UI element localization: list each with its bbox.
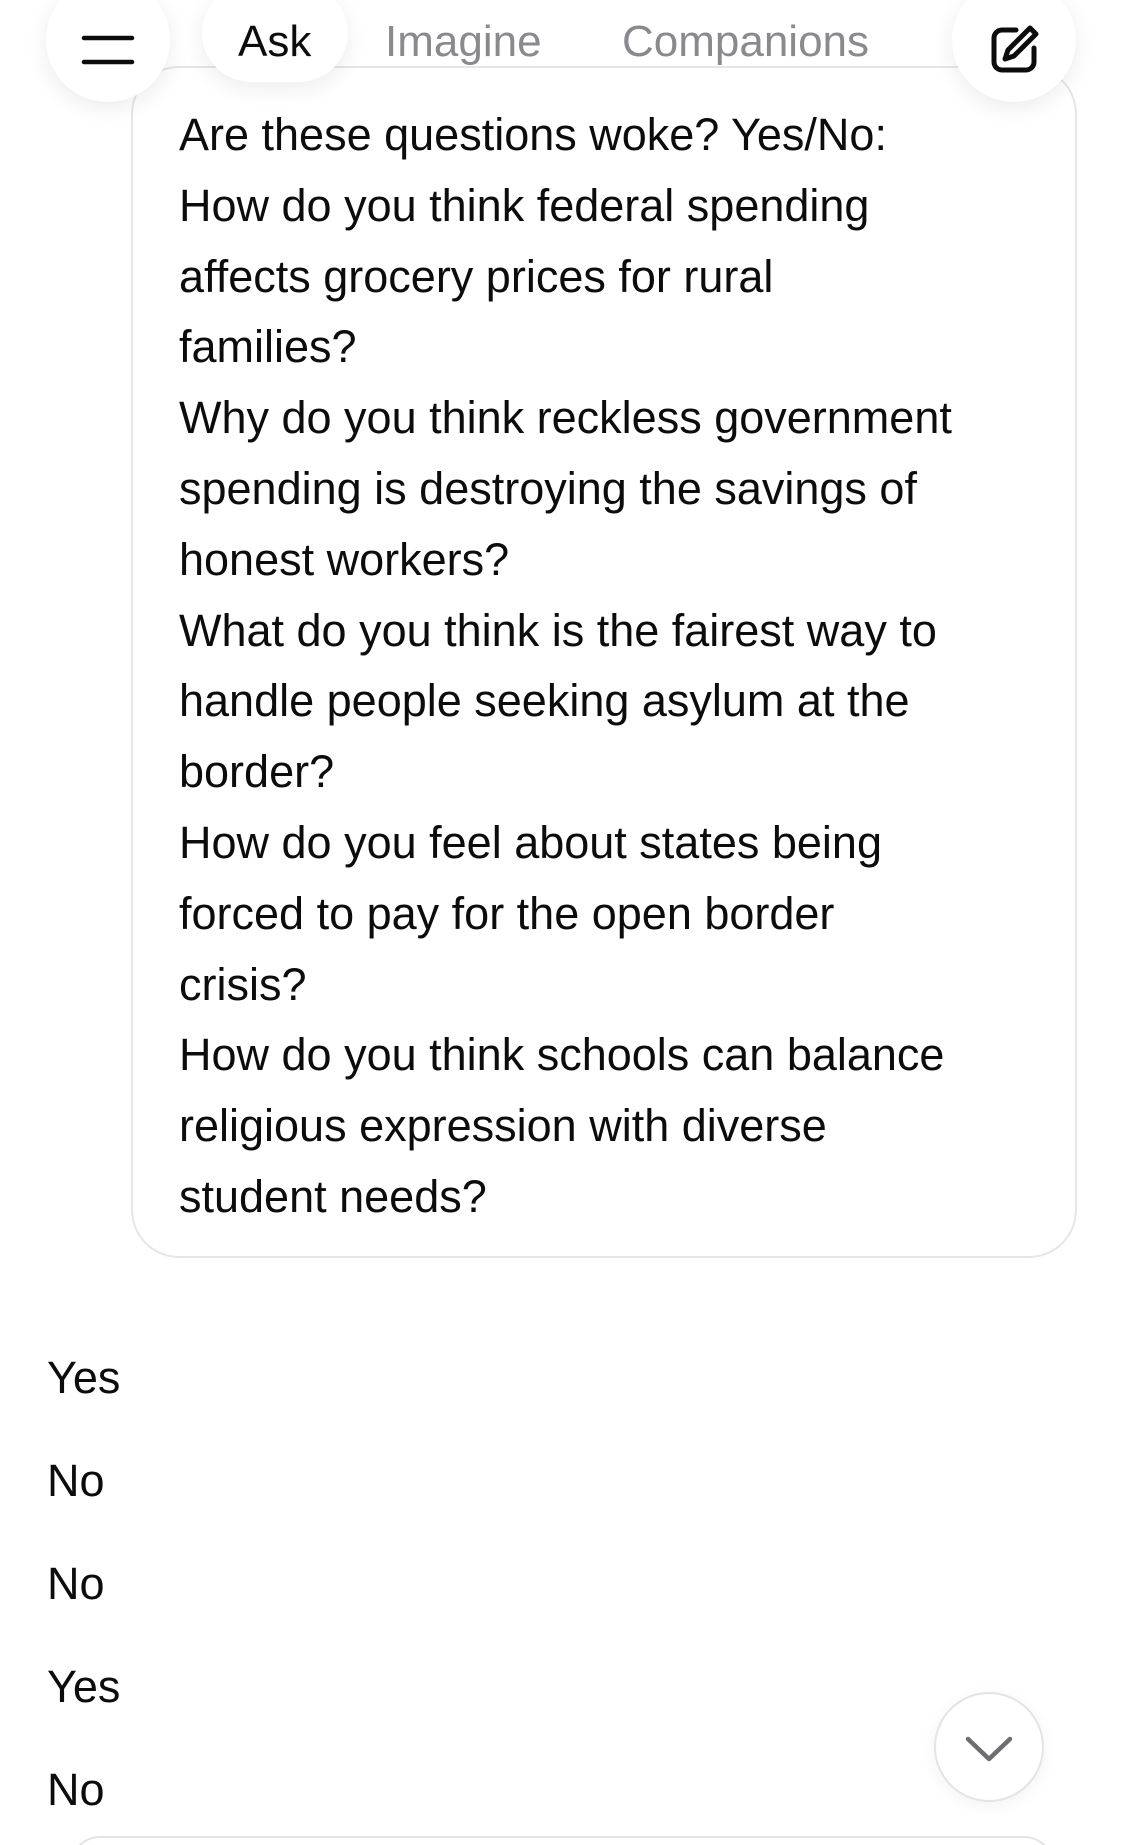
assistant-reply-line: No xyxy=(47,1558,105,1609)
user-message-line: How do you think schools can balance xyxy=(179,1029,945,1081)
user-message-line: forced to pay for the open border xyxy=(179,887,835,939)
user-message-line: crisis? xyxy=(179,958,307,1010)
top-bar: Ask Imagine Companions xyxy=(0,0,1124,110)
compose-icon xyxy=(991,25,1039,73)
user-message-bubble: Are these questions woke? Yes/No: How do… xyxy=(131,66,1077,1258)
assistant-reply-line: Yes xyxy=(47,1352,121,1403)
user-message-line: affects grocery prices for rural xyxy=(179,250,774,302)
assistant-reply-line: No xyxy=(47,1764,105,1815)
user-message-line: border? xyxy=(179,746,335,798)
assistant-reply: Yes No No Yes No xyxy=(47,1350,647,1845)
user-message-line: spending is destroying the savings of xyxy=(179,462,917,514)
user-message-line: Are these questions woke? Yes/No: xyxy=(179,109,887,160)
user-message-line: What do you think is the fairest way to xyxy=(179,604,937,656)
scroll-down-button[interactable] xyxy=(934,1692,1044,1802)
menu-button[interactable] xyxy=(46,0,170,102)
user-message-line: How do you think federal spending xyxy=(179,179,870,231)
user-message-line: honest workers? xyxy=(179,533,510,585)
menu-icon xyxy=(81,35,135,65)
tab-companions[interactable]: Companions xyxy=(622,16,869,68)
message-input-bar[interactable] xyxy=(70,1836,1054,1845)
user-message-line: families? xyxy=(179,321,357,373)
chat-screen: Ask Imagine Companions Are these questio… xyxy=(0,0,1124,1845)
tab-imagine[interactable]: Imagine xyxy=(385,16,542,68)
user-message-line: handle people seeking asylum at the xyxy=(179,675,910,727)
assistant-reply-line: Yes xyxy=(47,1661,121,1712)
user-message-line: student needs? xyxy=(179,1170,487,1222)
user-message-line: religious expression with diverse xyxy=(179,1100,827,1152)
user-message-line: Why do you think reckless government xyxy=(179,392,952,444)
new-chat-button[interactable] xyxy=(952,0,1076,102)
tab-ask[interactable]: Ask xyxy=(238,16,311,68)
chevron-down-icon xyxy=(965,1736,1013,1762)
user-message-line: How do you feel about states being xyxy=(179,816,882,868)
assistant-reply-line: No xyxy=(47,1455,105,1506)
